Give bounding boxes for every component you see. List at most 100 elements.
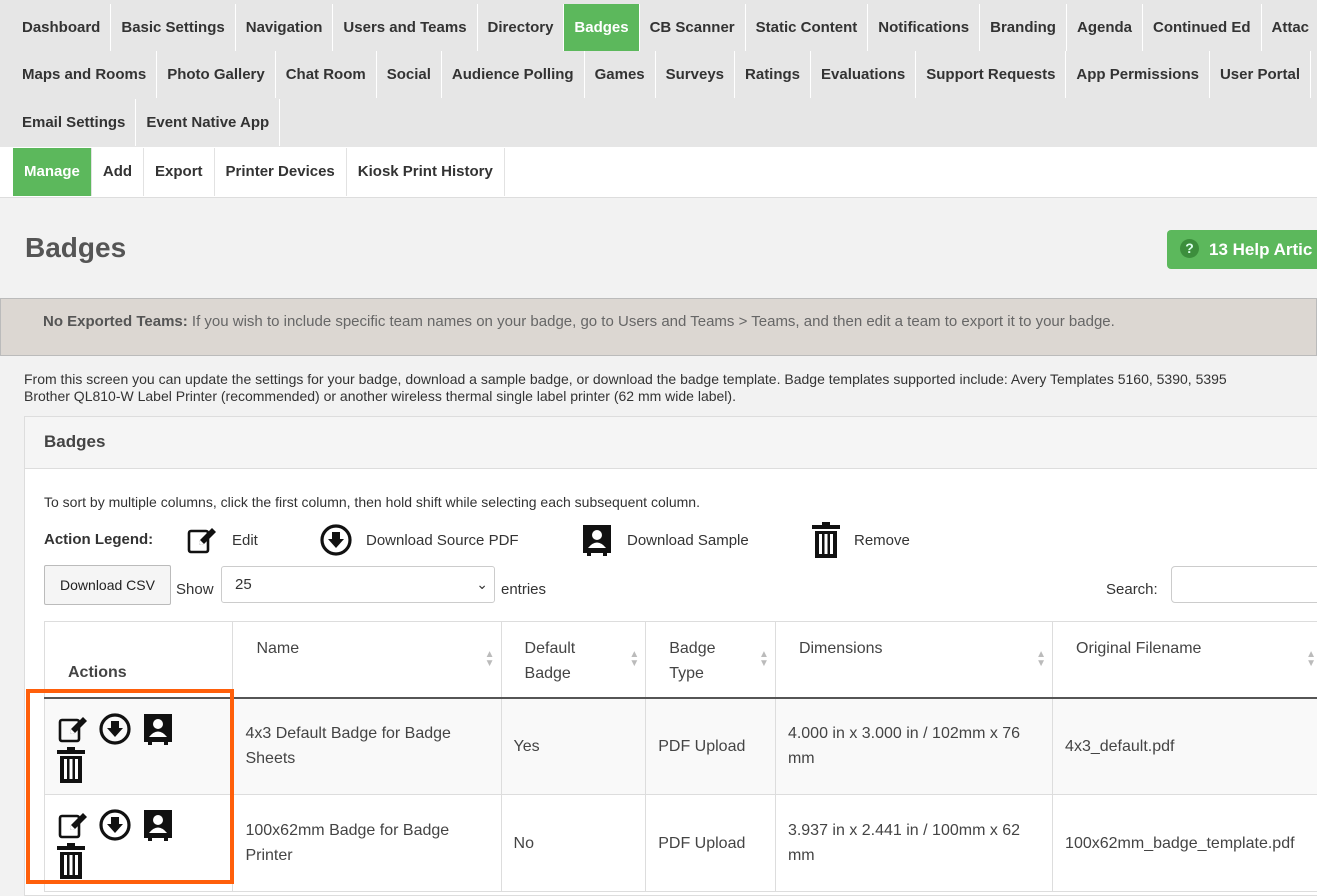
nav-item-social[interactable]: Social (377, 51, 442, 98)
action-legend-label: Action Legend: (44, 531, 153, 548)
column-header-type-line2: Type (669, 665, 704, 682)
cell-name-line1: 4x3 Default Badge for Badge (245, 725, 450, 742)
nav-item-notifications[interactable]: Notifications (868, 4, 980, 51)
cell-original-filename: 100x62mm_badge_template.pdf (1053, 795, 1317, 892)
download-circle-icon[interactable] (99, 713, 131, 745)
help-articles-button[interactable]: ?13 Help Artic (1167, 230, 1317, 269)
entries-per-page-select[interactable]: 25 ⌄ (221, 566, 495, 603)
alert-title: No Exported Teams: (43, 313, 188, 330)
column-header-name[interactable]: Name ▲▼ (233, 622, 501, 698)
cell-name: 4x3 Default Badge for Badge Sheets (233, 698, 501, 795)
cell-dim-line1: 3.937 in x 2.441 in / 100mm x 62 (788, 822, 1020, 839)
nav-item-directory[interactable]: Directory (478, 4, 565, 51)
edit-icon[interactable] (57, 713, 89, 745)
subnav-item-export[interactable]: Export (144, 148, 215, 196)
column-header-original-filename[interactable]: Original Filename ▲▼ (1053, 622, 1317, 698)
subnav-item-printer-devices[interactable]: Printer Devices (215, 148, 347, 196)
subnav-item-kiosk-print-history[interactable]: Kiosk Print History (347, 148, 505, 196)
nav-item-branding[interactable]: Branding (980, 4, 1067, 51)
edit-icon[interactable] (57, 809, 89, 841)
trash-icon[interactable] (57, 843, 85, 879)
nav-item-cb-scanner[interactable]: CB Scanner (640, 4, 746, 51)
sub-nav-row: Manage Add Export Printer Devices Kiosk … (13, 148, 505, 196)
nav-item-attac[interactable]: Attac (1262, 4, 1317, 51)
legend-download-source-label: Download Source PDF (366, 532, 519, 549)
column-header-filename-label: Original Filename (1076, 640, 1201, 657)
column-header-default-badge[interactable]: Default Badge ▲▼ (501, 622, 646, 698)
nav-item-badges[interactable]: Badges (564, 4, 639, 51)
download-circle-icon (320, 524, 352, 556)
nav-item-navigation[interactable]: Navigation (236, 4, 334, 51)
nav-item-users-and-teams[interactable]: Users and Teams (333, 4, 477, 51)
download-circle-icon[interactable] (99, 809, 131, 841)
download-csv-button[interactable]: Download CSV (44, 565, 171, 605)
table-row: 4x3 Default Badge for Badge Sheets Yes PD… (45, 698, 1317, 795)
nav-item-static-content[interactable]: Static Content (746, 4, 869, 51)
nav-item-event-native-app[interactable]: Event Native App (136, 99, 280, 146)
table-row: 100x62mm Badge for BadgePrinter No PDF U… (45, 795, 1317, 892)
legend-remove: Remove (812, 523, 910, 557)
nav-item-maps-and-rooms[interactable]: Maps and Rooms (12, 51, 157, 98)
nav-item-basic-settings[interactable]: Basic Settings (111, 4, 235, 51)
nav-item-audience-polling[interactable]: Audience Polling (442, 51, 585, 98)
alert-text: If you wish to include specific team nam… (188, 313, 1115, 330)
nav-item-evaluations[interactable]: Evaluations (811, 51, 916, 98)
nav-item-agenda[interactable]: Agenda (1067, 4, 1143, 51)
badges-panel: Badges To sort by multiple columns, clic… (24, 416, 1317, 896)
column-header-name-label: Name (256, 640, 299, 657)
cell-name-line1: 100x62mm Badge for Badge (245, 822, 449, 839)
column-header-badge-type[interactable]: Badge Type ▲▼ (646, 622, 776, 698)
sort-icon: ▲▼ (485, 650, 495, 668)
intro-text: From this screen you can update the sett… (24, 371, 1227, 405)
search-input[interactable] (1171, 566, 1317, 603)
main-navigation: Dashboard Basic Settings Navigation User… (0, 0, 1317, 147)
nav-item-continued-ed[interactable]: Continued Ed (1143, 4, 1262, 51)
subnav-item-add[interactable]: Add (92, 148, 144, 196)
nav-item-ratings[interactable]: Ratings (735, 51, 811, 98)
nav-item-support-requests[interactable]: Support Requests (916, 51, 1066, 98)
cell-dim-line2: mm (788, 847, 815, 864)
legend-download-source: Download Source PDF (320, 523, 519, 557)
panel-title: Badges (25, 417, 1317, 469)
question-icon: ? (1180, 239, 1199, 258)
legend-edit: Edit (186, 523, 258, 557)
nav-item-games[interactable]: Games (585, 51, 656, 98)
nav-item-email-settings[interactable]: Email Settings (12, 99, 136, 146)
trash-icon (812, 522, 840, 558)
cell-default-badge: Yes (501, 698, 646, 795)
column-header-actions: Actions (45, 622, 233, 698)
trash-icon[interactable] (57, 747, 85, 783)
cell-name-line2: Sheets (245, 750, 295, 767)
subnav-item-manage[interactable]: Manage (13, 148, 92, 196)
intro-line-1: From this screen you can update the sett… (24, 371, 1227, 388)
badge-sample-icon[interactable] (142, 809, 174, 841)
column-header-dimensions[interactable]: Dimensions ▲▼ (775, 622, 1052, 698)
nav-item-user-portal[interactable]: User Portal (1210, 51, 1311, 98)
entries-label: entries (501, 581, 546, 598)
entries-selected-value: 25 (235, 576, 252, 593)
nav-item-dashboard[interactable]: Dashboard (12, 4, 111, 51)
column-header-dimensions-label: Dimensions (799, 640, 883, 657)
badge-sample-icon[interactable] (142, 713, 174, 745)
sort-instructions: To sort by multiple columns, click the f… (44, 494, 700, 510)
edit-icon (186, 524, 218, 556)
chevron-down-icon: ⌄ (476, 567, 488, 602)
page-title: Badges (25, 232, 126, 264)
nav-item-surveys[interactable]: Surveys (656, 51, 735, 98)
cell-dim-line1: 4.000 in x 3.000 in / 102mm x 76 (788, 725, 1020, 742)
sub-navigation: Manage Add Export Printer Devices Kiosk … (0, 147, 1317, 198)
table-header-row: Actions Name ▲▼ Default Badge ▲▼ Badge T… (45, 622, 1317, 698)
no-exported-teams-alert: No Exported Teams: If you wish to includ… (0, 298, 1317, 356)
nav-item-chat-room[interactable]: Chat Room (276, 51, 377, 98)
sort-icon: ▲▼ (1036, 650, 1046, 668)
cell-badge-type: PDF Upload (646, 698, 776, 795)
cell-dimensions: 3.937 in x 2.441 in / 100mm x 62 mm (775, 795, 1052, 892)
nav-item-app-permissions[interactable]: App Permissions (1066, 51, 1210, 98)
nav-item-photo-gallery[interactable]: Photo Gallery (157, 51, 276, 98)
intro-line-2: Brother QL810-W Label Printer (recommend… (24, 388, 1227, 405)
legend-edit-label: Edit (232, 532, 258, 549)
sort-icon: ▲▼ (759, 650, 769, 668)
cell-dimensions: 4.000 in x 3.000 in / 102mm x 76 mm (775, 698, 1052, 795)
cell-dim-line2: mm (788, 750, 815, 767)
cell-default-badge: No (501, 795, 646, 892)
